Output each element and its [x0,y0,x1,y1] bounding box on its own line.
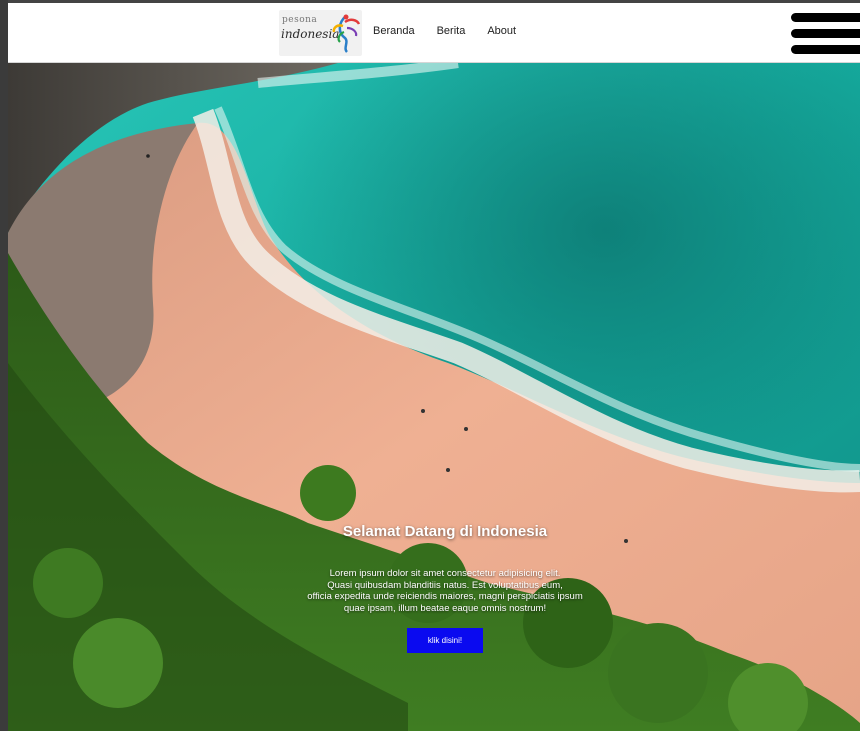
main-nav: Beranda Berita About [373,25,538,37]
logo-bird-icon [332,14,361,53]
browser-frame-left [0,0,8,731]
logo-text-top: pesona [282,15,318,25]
hero-description-line: quae ipsam, illum beatae eaque omnis nos… [343,602,547,614]
hero-description-line: Quasi quibusdam blanditiis natus. Est vo… [327,579,563,591]
hero-description-line: officia expedita unde reiciendis maiores… [307,591,583,602]
hamburger-bar [791,13,860,22]
hamburger-bar [791,45,860,54]
hero-section: Selamat Datang di Indonesia Lorem ipsum … [8,63,860,731]
nav-link-beranda[interactable]: Beranda [373,25,415,37]
nav-link-berita[interactable]: Berita [437,25,466,37]
site-logo[interactable]: pesona indonesia [279,10,362,56]
hero-title: Selamat Datang di Indonesia [342,523,548,540]
hamburger-bar [791,29,860,38]
nav-link-about[interactable]: About [487,25,516,37]
hero-description: Lorem ipsum dolor sit amet consectetur a… [8,568,860,614]
navbar: pesona indonesia Beranda Berita About [8,3,860,63]
hamburger-menu-icon[interactable] [791,9,860,57]
cta-button[interactable]: klik disini! [407,628,483,653]
hero-description-line: Lorem ipsum dolor sit amet consectetur a… [329,568,561,579]
